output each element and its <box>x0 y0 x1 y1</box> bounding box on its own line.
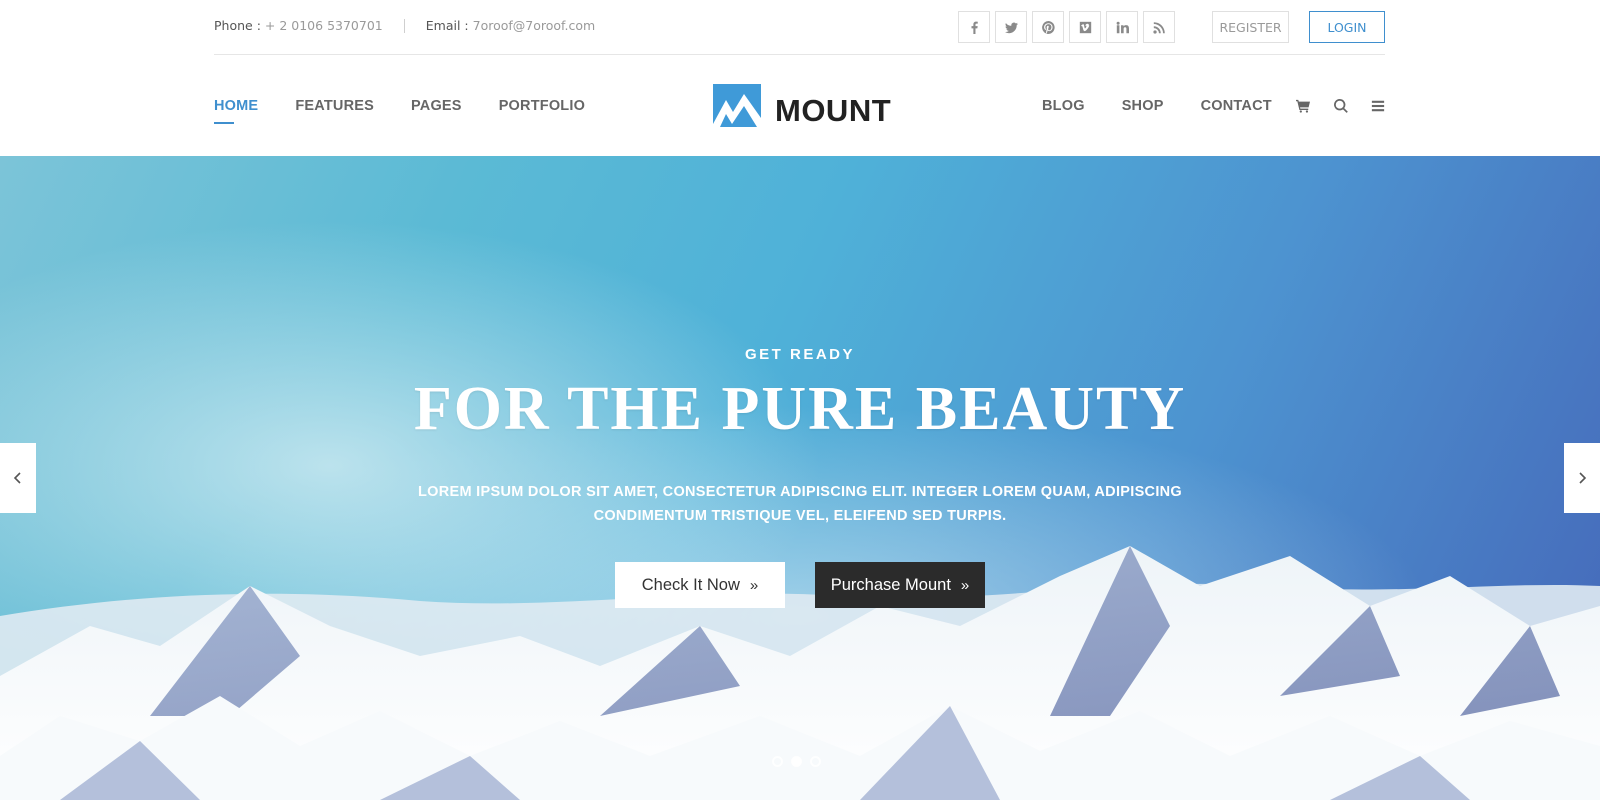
search-icon <box>1334 99 1348 113</box>
cart-icon <box>1296 99 1310 113</box>
rss-button[interactable] <box>1143 11 1175 43</box>
pinterest-button[interactable] <box>1032 11 1064 43</box>
rss-icon <box>1152 21 1165 34</box>
menu-icon <box>1371 100 1385 112</box>
nav-item-shop[interactable]: SHOP <box>1122 98 1164 114</box>
hero-title: FOR THE PURE BEAUTY <box>413 375 1187 443</box>
top-bar: Phone : + 2 0106 5370701 Email : 7oroof@… <box>214 0 1385 55</box>
cart-button[interactable] <box>1294 97 1312 115</box>
facebook-button[interactable] <box>958 11 990 43</box>
hero-slider: GET READY FOR THE PURE BEAUTY LOREM IPSU… <box>0 156 1600 800</box>
purchase-mount-button[interactable]: Purchase Mount » <box>815 562 985 608</box>
logo-text: MOUNT <box>775 93 892 128</box>
double-chevron-right-icon: » <box>749 576 759 594</box>
check-it-now-label: Check It Now <box>641 575 740 594</box>
contact-info: Phone : + 2 0106 5370701 Email : 7oroof@… <box>214 18 595 33</box>
register-button[interactable]: REGISTER <box>1212 11 1289 43</box>
pinterest-icon <box>1041 20 1055 34</box>
nav-item-features[interactable]: FEATURES <box>295 98 374 114</box>
twitter-icon <box>1004 22 1018 33</box>
phone-value[interactable]: + 2 0106 5370701 <box>265 18 383 33</box>
slide-dot-3[interactable] <box>810 756 821 767</box>
mountain-logo-icon <box>713 84 761 127</box>
vimeo-button[interactable] <box>1069 11 1101 43</box>
facebook-icon <box>970 21 978 34</box>
nav-item-home[interactable]: HOME <box>214 98 258 124</box>
login-button[interactable]: LOGIN <box>1309 11 1385 43</box>
divider <box>403 18 405 33</box>
logo[interactable]: MOUNT <box>713 84 891 127</box>
email-label: Email : <box>425 18 469 33</box>
linkedin-button[interactable] <box>1106 11 1138 43</box>
vimeo-icon <box>1079 21 1091 33</box>
search-button[interactable] <box>1332 97 1350 115</box>
slider-prev-button[interactable] <box>0 443 36 513</box>
hero-kicker: GET READY <box>744 346 855 363</box>
purchase-mount-label: Purchase Mount <box>830 575 951 594</box>
slide-dot-2[interactable] <box>791 756 802 767</box>
nav-item-portfolio[interactable]: PORTFOLIO <box>499 98 585 114</box>
check-it-now-button[interactable]: Check It Now » <box>615 562 785 608</box>
chevron-left-icon <box>13 472 21 484</box>
social-links <box>958 11 1175 43</box>
nav-item-blog[interactable]: BLOG <box>1042 98 1085 114</box>
nav-item-pages[interactable]: PAGES <box>411 98 462 114</box>
hero-description: LOREM IPSUM DOLOR SIT AMET, CONSECTETUR … <box>417 484 1182 524</box>
main-navigation: HOME FEATURES PAGES PORTFOLIO MOUNT BLOG… <box>0 56 1600 156</box>
phone-label: Phone : <box>214 18 261 33</box>
menu-left: HOME FEATURES PAGES PORTFOLIO <box>214 98 622 124</box>
menu-right: BLOG SHOP CONTACT <box>1042 98 1309 114</box>
slider-next-button[interactable] <box>1564 443 1600 513</box>
twitter-button[interactable] <box>995 11 1027 43</box>
linkedin-icon <box>1116 21 1129 33</box>
nav-item-contact[interactable]: CONTACT <box>1201 98 1272 114</box>
chevron-right-icon <box>1579 472 1587 484</box>
menu-button[interactable] <box>1369 97 1387 115</box>
email-value[interactable]: 7oroof@7oroof.com <box>473 18 596 33</box>
double-chevron-right-icon: » <box>960 576 970 594</box>
mountains-background <box>0 546 1600 800</box>
slide-dot-1[interactable] <box>772 756 783 767</box>
slider-pagination <box>772 756 821 767</box>
